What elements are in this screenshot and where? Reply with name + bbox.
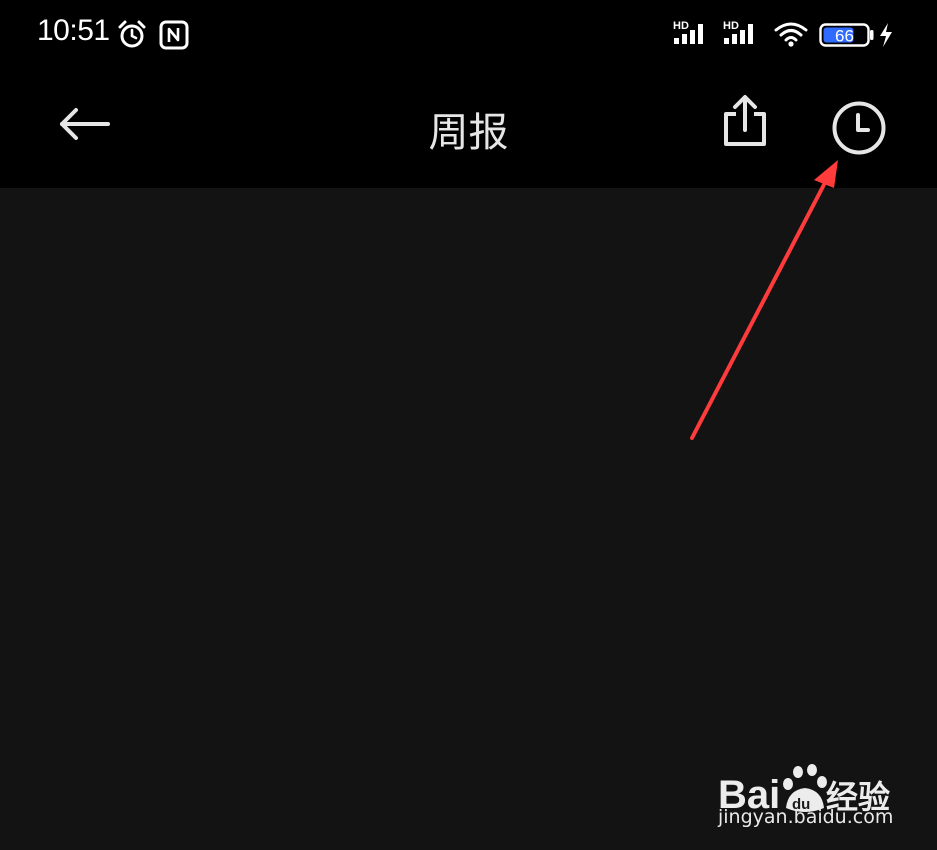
battery-icon: 66 xyxy=(819,23,874,47)
clock-icon xyxy=(832,101,886,155)
nfc-icon xyxy=(159,20,189,50)
status-bar: 10:51 HD HD 66 xyxy=(0,0,937,72)
page-title: 周报 xyxy=(428,110,509,156)
signal-hd-badge: HD xyxy=(673,20,689,32)
top-nav-bar: 周报 xyxy=(0,72,937,188)
share-button[interactable] xyxy=(714,90,774,156)
watermark-url: jingyan.baidu.com xyxy=(718,806,894,828)
status-time: 10:51 xyxy=(37,14,110,47)
wifi-icon xyxy=(774,22,808,47)
history-button[interactable] xyxy=(828,98,890,158)
charging-icon xyxy=(880,23,892,47)
signal-hd-badge: HD xyxy=(723,20,739,32)
signal-hd-icon: HD xyxy=(673,20,703,44)
share-icon xyxy=(724,95,766,146)
alarm-icon xyxy=(118,20,146,48)
signal-hd-icon: HD xyxy=(723,20,753,44)
battery-level-text: 66 xyxy=(835,27,854,46)
